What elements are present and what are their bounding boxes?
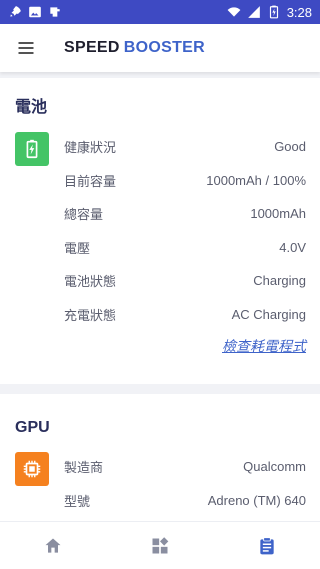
check-battery-usage-link[interactable]: 檢查耗電程式 — [222, 336, 306, 356]
rocket-icon — [8, 5, 22, 19]
battery-row-value: 1000mAh / 100% — [206, 172, 306, 188]
nav-dashboard[interactable] — [107, 522, 214, 569]
battery-row-label: 總容量 — [64, 207, 104, 223]
battery-row-label: 目前容量 — [64, 173, 117, 189]
clipboard-icon — [260, 536, 274, 554]
gpu-row-label: 型號 — [64, 493, 91, 509]
battery-row-charging-status: 充電狀態 AC Charging — [0, 298, 320, 332]
image-icon — [28, 5, 42, 19]
signal-icon — [247, 5, 261, 19]
battery-charging-icon — [15, 132, 49, 166]
battery-row-current-capacity: 目前容量 1000mAh / 100% — [0, 164, 320, 198]
battery-row-label: 健康狀況 — [64, 140, 117, 156]
status-time: 3:28 — [286, 4, 312, 20]
gpu-section-title: GPU — [15, 419, 50, 436]
battery-row-value: 4.0V — [279, 239, 306, 255]
battery-row-status: 電池狀態 Charging — [0, 264, 320, 298]
battery-row-value: AC Charging — [231, 306, 306, 322]
gpu-info-list: 製造商 Qualcomm 型號 Adreno (TM) 640 — [0, 450, 320, 517]
gpu-row-model: 型號 Adreno (TM) 640 — [0, 484, 320, 518]
gpu-row-label: 製造商 — [64, 460, 104, 476]
gpu-row-value: Qualcomm — [243, 459, 306, 475]
battery-row-value: 1000mAh — [250, 206, 306, 222]
nav-device-info[interactable] — [213, 522, 320, 569]
battery-row-label: 電壓 — [64, 240, 91, 256]
battery-row-value: Charging — [253, 273, 306, 289]
battery-row-total-capacity: 總容量 1000mAh — [0, 197, 320, 231]
app-notification-icon — [48, 5, 62, 19]
app-title: SPEED BOOSTER — [64, 39, 205, 57]
chip-icon — [15, 452, 49, 486]
battery-card: 電池 健康狀況 Good 目前容量 1000mAh / 100% 總容量 100… — [0, 78, 320, 384]
app-title-part2: BOOSTER — [123, 39, 205, 56]
home-icon — [45, 538, 61, 553]
dashboard-icon — [152, 536, 169, 553]
battery-row-value: Good — [274, 139, 306, 155]
status-left-icons — [8, 5, 62, 19]
status-right: 3:28 — [227, 5, 312, 20]
battery-row-label: 充電狀態 — [64, 307, 117, 323]
menu-button[interactable] — [2, 24, 50, 72]
battery-info-list: 健康狀況 Good 目前容量 1000mAh / 100% 總容量 1000mA… — [0, 130, 320, 361]
hamburger-menu-icon — [18, 42, 34, 54]
battery-row-label: 電池狀態 — [64, 274, 117, 290]
gpu-row-value: Adreno (TM) 640 — [207, 492, 306, 508]
status-bar: 3:28 — [0, 0, 320, 24]
bottom-navigation — [0, 521, 320, 569]
gpu-card: GPU 製造商 Qualcomm 型號 Adreno (TM) 640 — [0, 394, 320, 521]
app-bar: SPEED BOOSTER — [0, 24, 320, 72]
battery-row-voltage: 電壓 4.0V — [0, 231, 320, 265]
nav-home[interactable] — [0, 522, 107, 569]
main-content[interactable]: 電池 健康狀況 Good 目前容量 1000mAh / 100% 總容量 100… — [0, 72, 320, 521]
battery-link-row: 檢查耗電程式 — [0, 331, 320, 361]
battery-icon — [267, 5, 281, 19]
wifi-icon — [227, 5, 241, 19]
battery-section-title: 電池 — [15, 99, 48, 116]
app-title-part1: SPEED — [64, 39, 120, 56]
